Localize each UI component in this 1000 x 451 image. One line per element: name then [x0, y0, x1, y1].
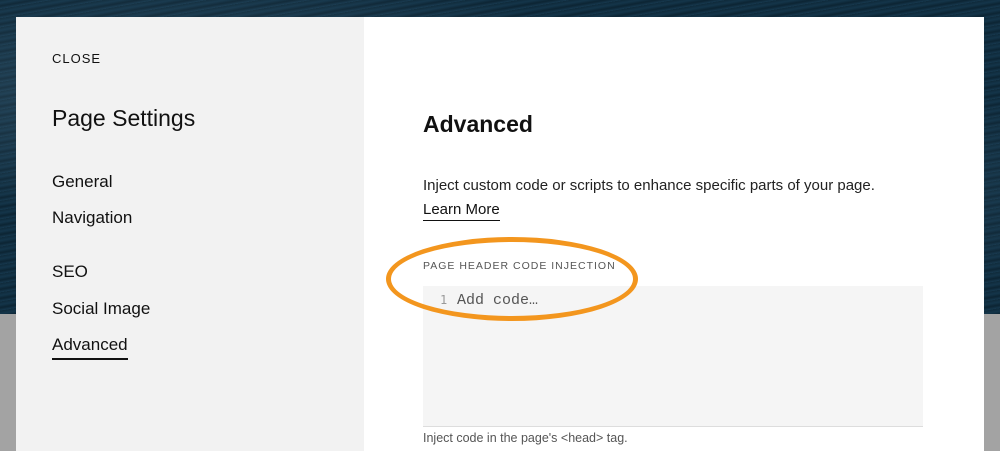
sidebar-item-advanced[interactable]: Advanced	[52, 335, 128, 360]
code-placeholder: Add code…	[457, 292, 539, 309]
line-number: 1	[440, 293, 448, 307]
sidebar-item-navigation[interactable]: Navigation	[52, 208, 132, 228]
code-injection-helper-text: Inject code in the page's <head> tag.	[423, 431, 628, 445]
section-description: Inject custom code or scripts to enhance…	[423, 177, 875, 194]
sidebar-title: Page Settings	[52, 105, 196, 131]
close-button[interactable]: CLOSE	[52, 51, 101, 66]
page-settings-modal: CLOSE Page Settings General Navigation S…	[16, 17, 984, 451]
code-injection-label: PAGE HEADER CODE INJECTION	[423, 260, 616, 272]
page-title: Advanced	[423, 111, 533, 137]
sidebar-item-social-image[interactable]: Social Image	[52, 299, 150, 319]
header-code-editor[interactable]: 1 Add code…	[423, 286, 923, 427]
sidebar-item-seo[interactable]: SEO	[52, 262, 88, 282]
sidebar-item-general[interactable]: General	[52, 172, 112, 192]
settings-content-panel: Advanced Inject custom code or scripts t…	[364, 17, 984, 451]
settings-sidebar: CLOSE Page Settings General Navigation S…	[16, 17, 364, 451]
learn-more-link[interactable]: Learn More	[423, 201, 500, 221]
